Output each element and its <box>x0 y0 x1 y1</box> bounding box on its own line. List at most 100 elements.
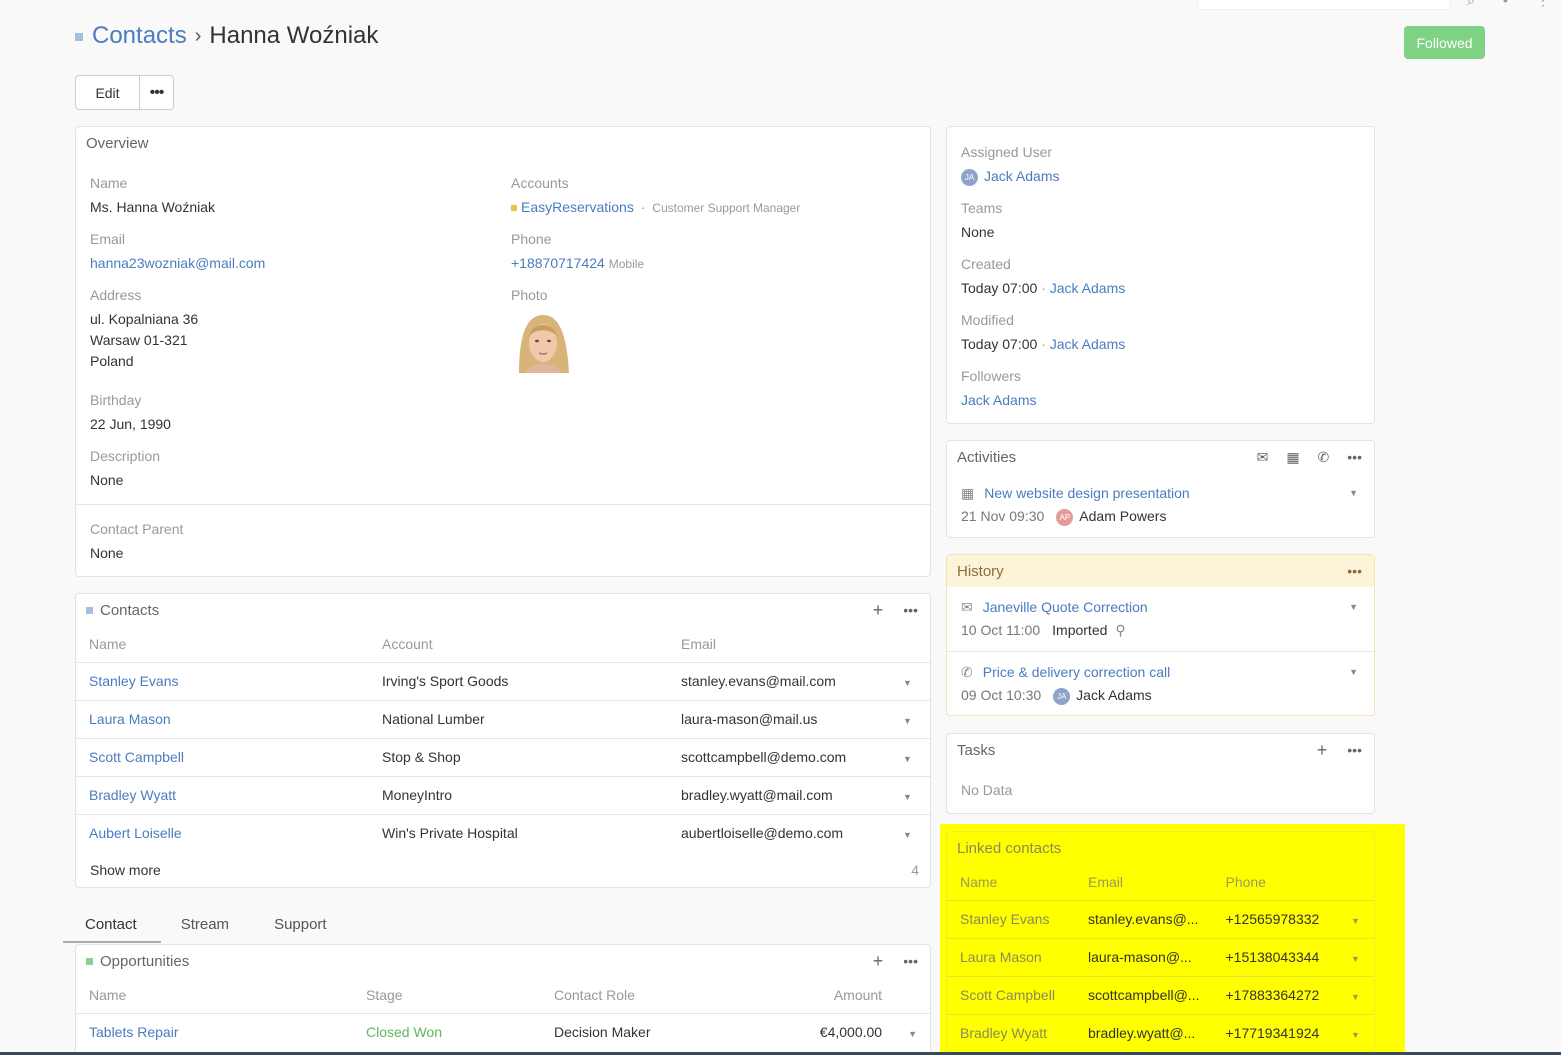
history-link[interactable]: Janeville Quote Correction <box>983 599 1148 615</box>
row-actions-caret-icon[interactable]: ▼ <box>903 678 912 688</box>
follower-link[interactable]: Jack Adams <box>961 390 1036 411</box>
row-actions-caret-icon[interactable]: ▼ <box>903 792 912 802</box>
field-phone: Phone +18870717424 Mobile <box>511 231 644 275</box>
more-icon[interactable]: ••• <box>903 602 918 618</box>
history-extra: Imported <box>1052 622 1108 638</box>
field-label: Name <box>90 175 128 191</box>
row-actions-caret-icon[interactable]: ▼ <box>903 716 912 726</box>
bottom-tabs: Contact Stream Support <box>63 908 372 943</box>
email-cell: aubertloiselle@demo.com <box>668 813 890 852</box>
account-cell: Win's Private Hospital <box>369 813 668 852</box>
column-header[interactable]: Account <box>369 626 668 662</box>
account-link[interactable]: EasyReservations <box>521 199 634 215</box>
contact-link[interactable]: Bradley Wyatt <box>89 787 176 803</box>
notifications-icon[interactable]: • <box>1503 0 1508 8</box>
more-actions-button[interactable]: ••• <box>140 75 174 110</box>
email-icon[interactable]: ✉ <box>1257 449 1269 466</box>
search-icon[interactable]: ⌕ <box>1467 0 1475 9</box>
contact-photo[interactable] <box>511 309 575 373</box>
field-value: Today 07:00 · Jack Adams <box>961 334 1125 355</box>
field-label: Address <box>90 287 142 303</box>
contact-link[interactable]: Scott Campbell <box>89 749 184 765</box>
row-actions-caret-icon[interactable]: ▼ <box>903 754 912 764</box>
history-item: ✉ Janeville Quote Correction <box>961 599 1148 616</box>
tab-stream[interactable]: Stream <box>181 908 229 943</box>
more-icon[interactable]: ••• <box>1347 563 1362 579</box>
menu-icon[interactable]: ⋮ <box>1536 0 1550 9</box>
breadcrumb-contacts-link[interactable]: Contacts <box>92 22 187 50</box>
column-header[interactable]: Name <box>76 977 353 1013</box>
column-header[interactable]: Contact Role <box>541 977 751 1013</box>
field-value: None <box>90 472 124 488</box>
history-item: ✆ Price & delivery correction call <box>961 664 1170 681</box>
panel-title: Overview <box>86 134 149 152</box>
more-icon[interactable]: ••• <box>903 953 918 969</box>
tab-support[interactable]: Support <box>274 908 327 943</box>
history-caret-icon[interactable]: ▼ <box>1349 602 1358 612</box>
field-label: Created <box>961 256 1011 272</box>
add-icon[interactable]: + <box>873 600 884 621</box>
assigned-user-link[interactable]: Jack Adams <box>984 168 1059 184</box>
linked-contact-link[interactable]: Stanley Evans <box>947 899 1075 938</box>
field-value: None <box>961 224 995 240</box>
linked-contact-link[interactable]: Laura Mason <box>947 937 1075 976</box>
avatar: JA <box>961 168 978 186</box>
more-icon[interactable]: ••• <box>1347 742 1362 758</box>
activity-link[interactable]: New website design presentation <box>984 485 1189 501</box>
tab-contact[interactable]: Contact <box>63 908 161 943</box>
column-header[interactable]: Name <box>947 864 1075 900</box>
contact-link[interactable]: Stanley Evans <box>89 673 179 689</box>
row-actions-caret-icon[interactable]: ▼ <box>1351 1030 1360 1040</box>
activity-caret-icon[interactable]: ▼ <box>1349 488 1358 498</box>
email-link[interactable]: hanna23wozniak@mail.com <box>90 253 265 274</box>
phone-icon[interactable]: ✆ <box>1318 449 1330 466</box>
panel-title: Opportunities <box>100 952 190 970</box>
row-actions-caret-icon[interactable]: ▼ <box>908 1029 917 1039</box>
field-assigned-user: Assigned User JA Jack Adams <box>961 144 1059 187</box>
panel-header: Overview <box>76 127 930 159</box>
global-search-input[interactable] <box>1197 0 1451 10</box>
panel-header: Linked contacts <box>947 832 1374 864</box>
field-label: Followers <box>961 368 1021 384</box>
contacts-scope-icon <box>75 33 83 41</box>
linked-contacts-table: Name Email Phone Stanley Evans stanley.e… <box>947 864 1374 1052</box>
field-description: Description None <box>90 448 160 491</box>
modified-by-link[interactable]: Jack Adams <box>1050 336 1125 352</box>
history-link[interactable]: Price & delivery correction call <box>983 664 1171 680</box>
column-header[interactable]: Stage <box>353 977 541 1013</box>
history-caret-icon[interactable]: ▼ <box>1349 667 1358 677</box>
add-icon[interactable]: + <box>873 951 884 972</box>
field-created: Created Today 07:00 · Jack Adams <box>961 256 1125 299</box>
opportunity-link[interactable]: Tablets Repair <box>89 1024 179 1040</box>
row-actions-caret-icon[interactable]: ▼ <box>1351 954 1360 964</box>
field-teams: Teams None <box>961 200 1002 243</box>
add-icon[interactable]: + <box>1317 740 1328 761</box>
row-actions-caret-icon[interactable]: ▼ <box>1351 916 1360 926</box>
empty-state: No Data <box>961 782 1013 798</box>
linked-contact-link[interactable]: Bradley Wyatt <box>947 1013 1075 1052</box>
column-header[interactable]: Phone <box>1212 864 1338 900</box>
row-actions-caret-icon[interactable]: ▼ <box>903 830 912 840</box>
created-by-link[interactable]: Jack Adams <box>1050 280 1125 296</box>
account-cell: National Lumber <box>369 699 668 738</box>
field-label: Email <box>90 231 126 247</box>
email-cell: scottcampbell@... <box>1075 975 1213 1014</box>
column-header[interactable]: Amount <box>751 977 895 1013</box>
modified-date: Today 07:00 <box>961 336 1038 352</box>
contact-link[interactable]: Laura Mason <box>89 711 171 727</box>
account-separator: · <box>640 199 646 215</box>
followed-button[interactable]: Followed <box>1404 26 1485 59</box>
edit-button[interactable]: Edit <box>75 75 140 110</box>
account-title: Customer Support Manager <box>652 201 801 215</box>
linked-contact-link[interactable]: Scott Campbell <box>947 975 1075 1014</box>
contact-link[interactable]: Aubert Loiselle <box>89 825 182 841</box>
dot-separator: · <box>1041 336 1046 352</box>
row-actions-caret-icon[interactable]: ▼ <box>1351 992 1360 1002</box>
column-header[interactable]: Name <box>76 626 369 662</box>
calendar-icon[interactable]: ▦ <box>1286 449 1299 466</box>
phone-link[interactable]: +18870717424 <box>511 255 605 271</box>
column-header[interactable]: Email <box>668 626 890 662</box>
show-more-link[interactable]: Show more <box>90 862 161 878</box>
column-header[interactable]: Email <box>1075 864 1212 900</box>
more-icon[interactable]: ••• <box>1347 449 1362 465</box>
